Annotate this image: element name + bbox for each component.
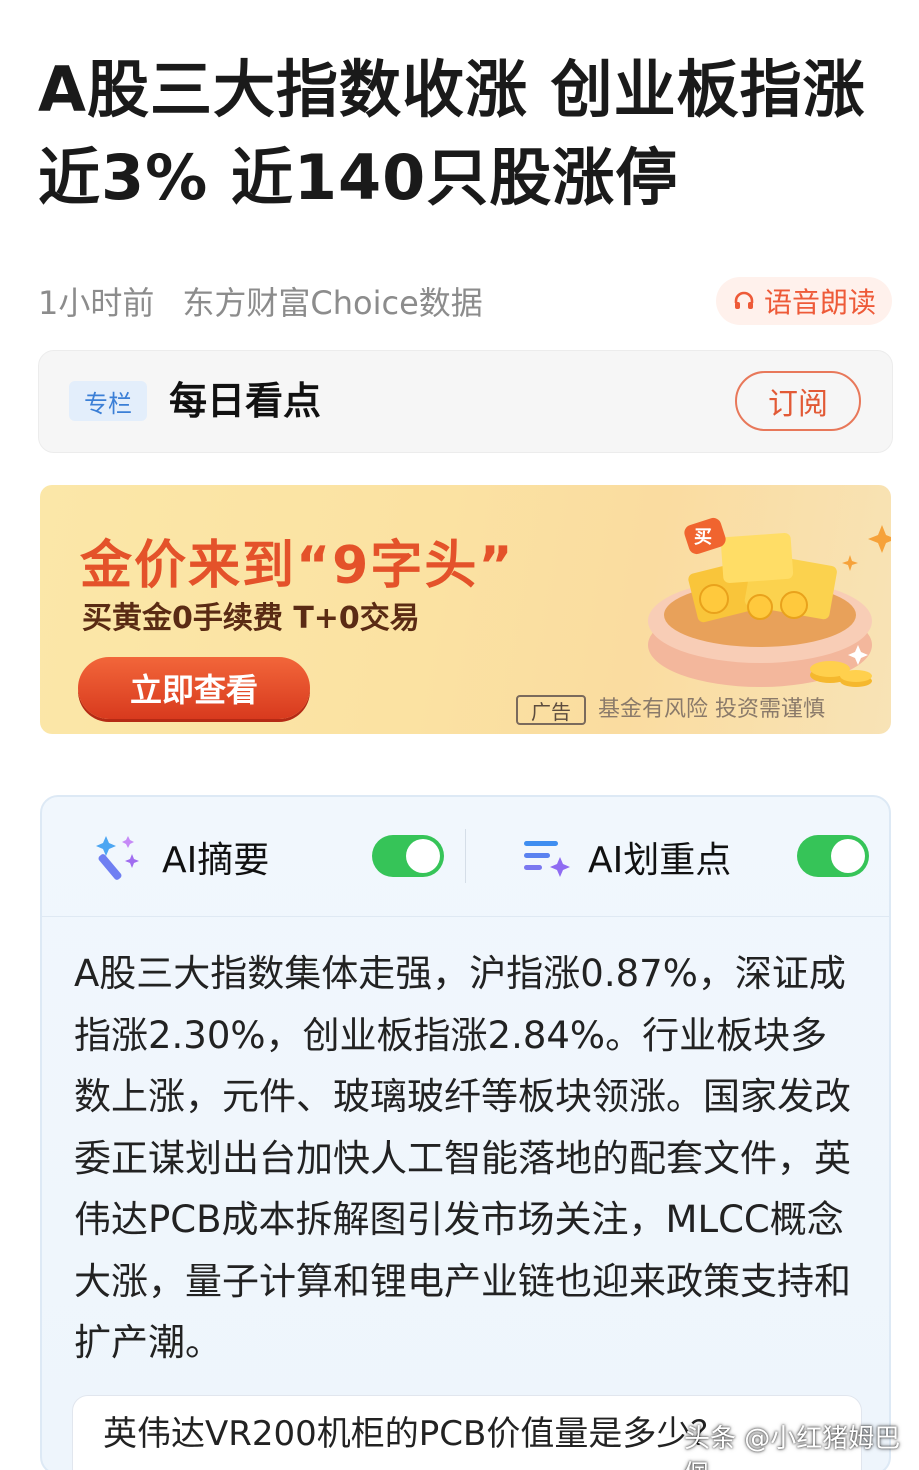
voice-read-label: 语音朗读 bbox=[763, 286, 876, 319]
header-divider bbox=[465, 829, 466, 883]
ad-subline: 买黄金0手续费 T+0交易 bbox=[82, 601, 420, 636]
article-source[interactable]: 东方财富Choice数据 bbox=[182, 278, 482, 324]
ai-summary-tab[interactable]: AI摘要 bbox=[92, 827, 269, 887]
magic-wand-icon bbox=[96, 836, 139, 880]
highlight-lines-icon bbox=[524, 841, 570, 877]
watermark: 头条 @小红猪姆巴佩 bbox=[684, 1424, 901, 1470]
ai-summary-text: A股三大指数集体走强，沪指涨0.87%，深证成指涨2.30%，创业板指涨2.84… bbox=[74, 952, 851, 1364]
ai-summary-label: AI摘要 bbox=[162, 840, 270, 881]
headphones-icon bbox=[734, 291, 754, 309]
ad-banner[interactable]: 金价来到“9字头” 买黄金0手续费 T+0交易 立即查看 买 广告 基金有风险 … bbox=[40, 485, 891, 734]
ad-label: 广告 bbox=[516, 695, 586, 725]
ai-card: AI摘要 AI划重点 A股三大指数集体走强，沪指涨0.87%，深证成指涨2.30… bbox=[40, 795, 891, 1470]
ad-disclaimer: 基金有风险 投资需谨慎 bbox=[598, 697, 825, 722]
ai-summary-toggle[interactable] bbox=[372, 835, 444, 877]
ad-cta-button[interactable]: 立即查看 bbox=[78, 657, 310, 719]
ai-header: AI摘要 AI划重点 bbox=[42, 797, 889, 917]
ai-highlight-tab[interactable]: AI划重点 bbox=[520, 827, 731, 887]
publish-time: 1小时前 bbox=[38, 284, 155, 322]
column-tag: 专栏 bbox=[69, 381, 147, 421]
subscribe-button[interactable]: 订阅 bbox=[735, 371, 861, 431]
ad-badge-text: 买 bbox=[694, 527, 712, 548]
ad-headline: 金价来到“9字头” bbox=[80, 536, 515, 596]
gold-basket-illustration: 买 bbox=[648, 517, 891, 687]
voice-read-button[interactable]: 语音朗读 bbox=[716, 277, 892, 325]
ai-highlight-toggle[interactable] bbox=[797, 835, 869, 877]
article-title: A股三大指数收涨 创业板指涨近3% 近140只股涨停 bbox=[38, 53, 866, 214]
column-name[interactable]: 每日看点 bbox=[169, 375, 321, 427]
suggested-question-text: 英伟达VR200机柜的PCB价值量是多少？ bbox=[103, 1414, 725, 1454]
column-card[interactable]: 专栏 每日看点 订阅 bbox=[38, 350, 893, 453]
article-meta: 1小时前 东方财富Choice数据 bbox=[38, 278, 483, 324]
ai-highlight-label: AI划重点 bbox=[588, 840, 732, 881]
